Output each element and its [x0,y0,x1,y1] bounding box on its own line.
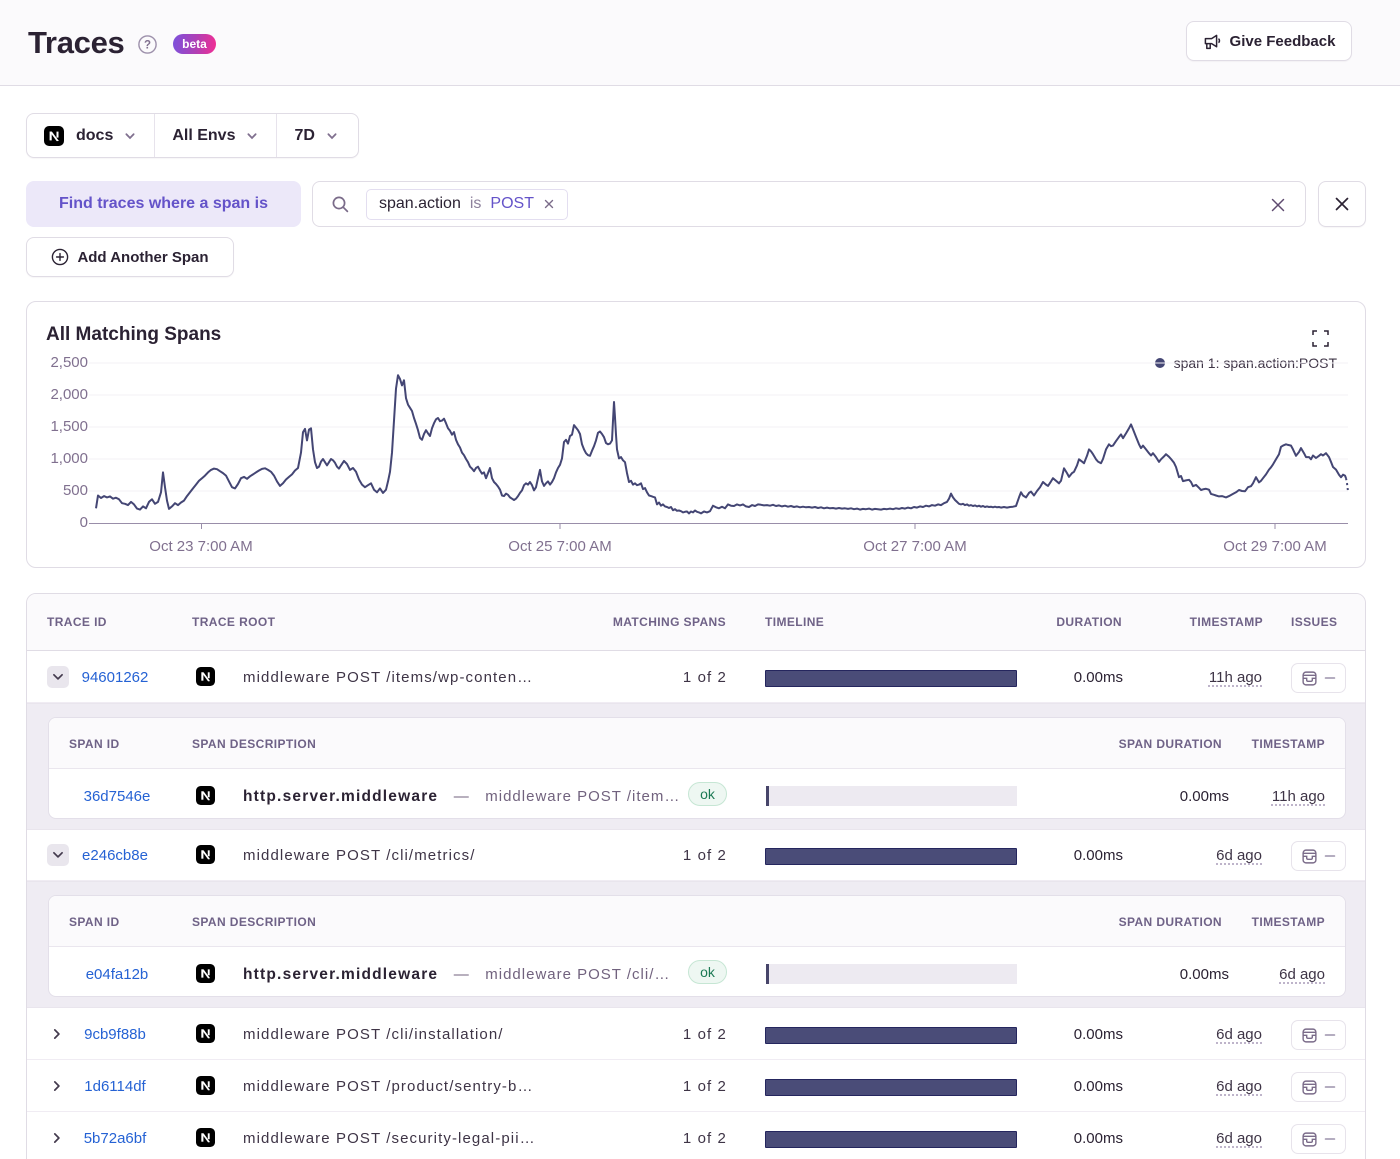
svg-text:?: ? [144,40,151,52]
